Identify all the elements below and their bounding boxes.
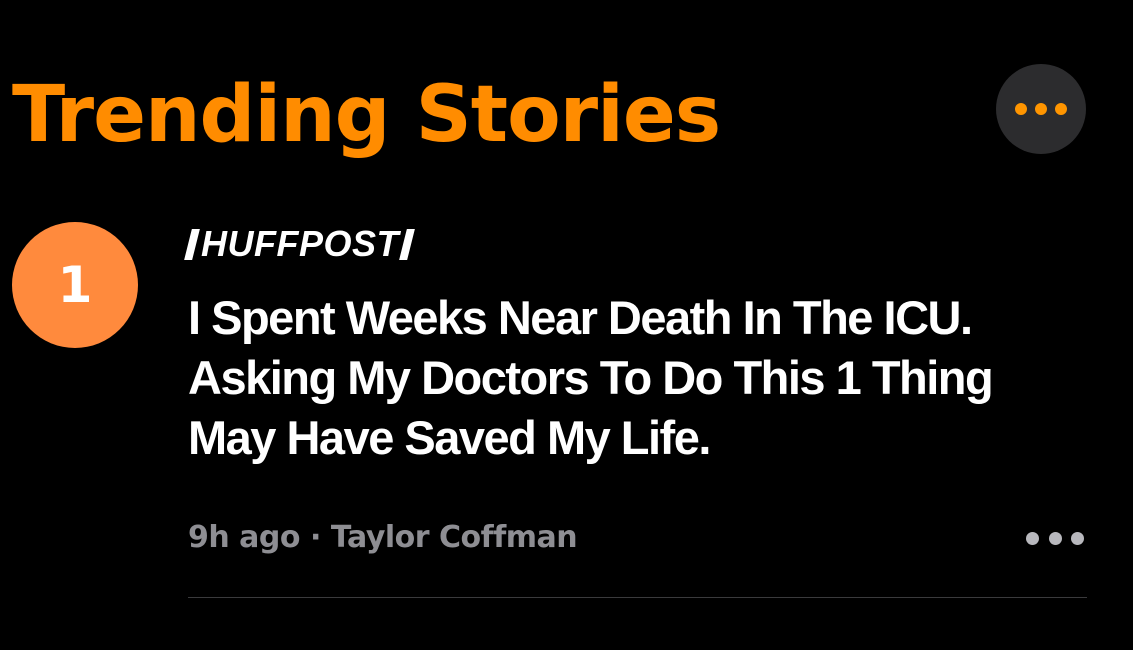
ellipsis-icon <box>1026 531 1039 545</box>
section-more-button[interactable] <box>996 64 1086 154</box>
story-time: 9h ago <box>188 520 301 555</box>
meta-separator: · <box>310 520 321 555</box>
ellipsis-icon <box>1015 103 1027 115</box>
section-title: Trending Stories <box>12 70 721 160</box>
publisher-logo[interactable]: HUFFPOST <box>184 223 415 264</box>
publisher-name: HUFFPOST <box>201 223 399 264</box>
logo-bar-right <box>399 228 415 260</box>
logo-bar-left <box>184 228 200 260</box>
story-meta: 9h ago · Taylor Coffman <box>188 516 578 560</box>
rank-badge: 1 <box>12 222 138 348</box>
story-more-button[interactable] <box>1026 530 1084 546</box>
trending-stories-screen: Trending Stories 1 HUFFPOST I Spent Week… <box>0 0 1133 650</box>
story-headline[interactable]: I Spent Weeks Near Death In The ICU. Ask… <box>188 288 1088 468</box>
story-author: Taylor Coffman <box>330 520 578 555</box>
divider <box>188 597 1087 598</box>
